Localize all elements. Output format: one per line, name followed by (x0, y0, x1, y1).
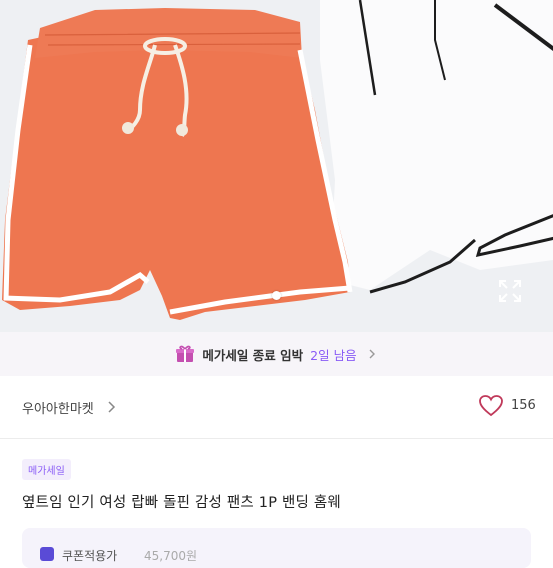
white-shorts-image (320, 0, 553, 294)
coupon-price: 45,700원 (144, 549, 198, 563)
product-title: 옆트임 인기 여성 랍빠 돌핀 감성 팬츠 1P 밴딩 홈웨 (22, 495, 341, 511)
sale-banner[interactable]: 메가세일 종료 임박 2일 남음 (0, 332, 553, 376)
sale-banner-remain: 2일 남음 (310, 347, 357, 363)
chevron-right-icon (369, 349, 375, 359)
orange-shorts-image (2, 8, 353, 320)
coupon-icon (40, 547, 54, 561)
sale-badge: 메가세일 (22, 459, 71, 480)
seller-row[interactable]: 우아아한마켓 156 (0, 376, 553, 439)
sale-banner-title: 메가세일 종료 임박 (202, 347, 304, 363)
heart-icon[interactable] (478, 394, 504, 418)
product-photo (0, 0, 553, 332)
chevron-right-icon (108, 401, 116, 413)
gift-icon (176, 345, 195, 362)
like-count: 156 (511, 398, 536, 413)
product-image[interactable] (0, 0, 553, 332)
expand-icon[interactable] (497, 278, 523, 304)
coupon-price-box[interactable]: 쿠폰적용가 45,700원 (22, 528, 531, 568)
coupon-label: 쿠폰적용가 (62, 549, 118, 563)
pagination-dot[interactable] (272, 291, 281, 300)
seller-name[interactable]: 우아아한마켓 (22, 398, 94, 417)
